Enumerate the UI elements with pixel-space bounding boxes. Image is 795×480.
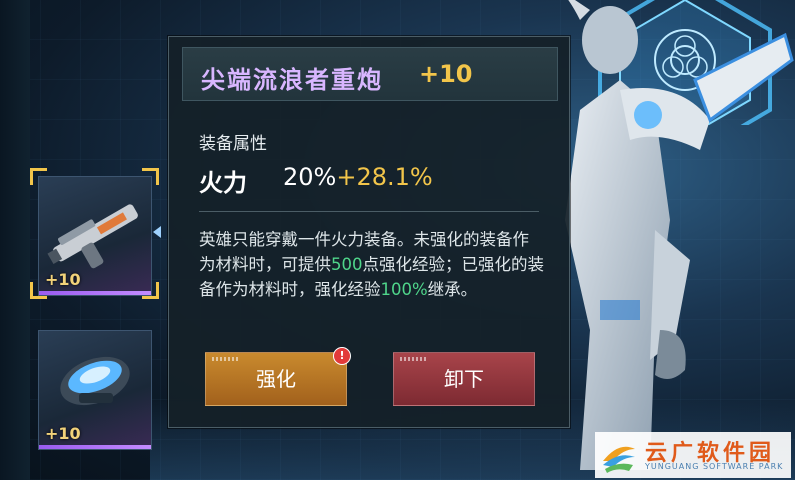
item-name: 尖端流浪者重炮 — [201, 65, 383, 94]
stat-base: 20% — [283, 163, 337, 191]
description-highlight: 100% — [380, 280, 428, 299]
stat-value: 20%+28.1% — [283, 163, 433, 191]
hero-character — [565, 0, 794, 470]
enhance-button[interactable]: 强化 — [205, 352, 347, 406]
rarity-bar — [39, 291, 151, 295]
alert-badge-icon: ! — [333, 347, 351, 365]
selected-pointer-icon — [153, 226, 161, 238]
item-level: +10 — [419, 60, 473, 88]
stat-name: 火力 — [199, 169, 247, 197]
left-edge — [0, 0, 30, 480]
unequip-button[interactable]: 卸下 — [393, 352, 535, 406]
slot-level: +10 — [45, 270, 81, 289]
armor-module-icon — [60, 356, 130, 406]
button-decoration — [212, 357, 238, 361]
description-highlight: 500 — [331, 255, 363, 274]
unequip-button-label: 卸下 — [444, 367, 484, 391]
divider — [199, 211, 539, 212]
enhance-button-label: 强化 — [256, 367, 296, 391]
stat-bonus: +28.1% — [336, 163, 433, 191]
button-decoration — [400, 357, 426, 361]
description-text: 继承。 — [427, 280, 478, 299]
equipment-slot-cannon[interactable]: +10 — [38, 176, 152, 296]
equipment-slot-armor[interactable]: +10 — [38, 330, 152, 450]
yunguang-logo-icon — [603, 446, 635, 473]
rarity-bar — [39, 445, 151, 449]
watermark: 云广软件园 YUNGUANG SOFTWARE PARK — [595, 432, 791, 478]
item-description: 英雄只能穿戴一件火力装备。未强化的装备作为材料时，可提供500点强化经验；已强化… — [199, 227, 544, 302]
attributes-title: 装备属性 — [199, 134, 267, 154]
panel-header: 尖端流浪者重炮 +10 — [182, 47, 558, 101]
slot-level: +10 — [45, 424, 81, 443]
watermark-name-en: YUNGUANG SOFTWARE PARK — [645, 462, 784, 471]
